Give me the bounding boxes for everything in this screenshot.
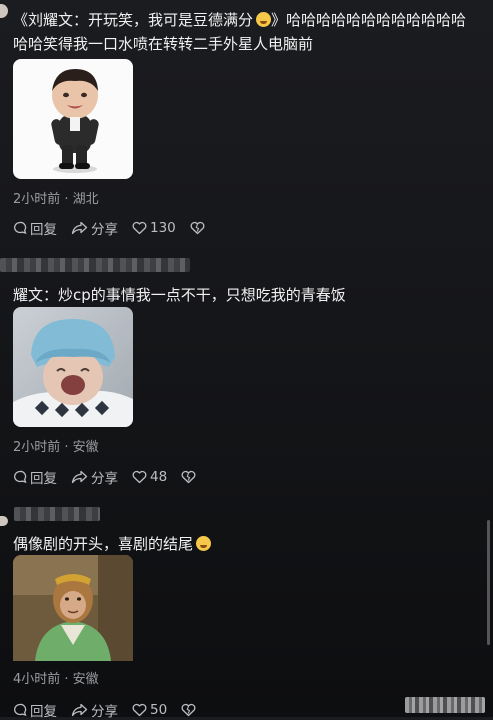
like-count: 50 xyxy=(150,702,168,718)
scrollbar[interactable] xyxy=(487,520,490,645)
smiling-emoji-icon xyxy=(196,536,212,551)
comment-image[interactable] xyxy=(13,555,133,675)
comment-text: 偶像剧的开头，喜剧的结尾 xyxy=(13,532,479,556)
share-button[interactable]: 分享 xyxy=(71,700,118,720)
share-button[interactable]: 分享 xyxy=(71,467,118,487)
reply-button[interactable]: 回复 xyxy=(13,218,57,238)
share-button[interactable]: 分享 xyxy=(71,218,118,238)
reply-icon xyxy=(14,221,27,234)
dislike-button[interactable] xyxy=(181,470,196,484)
share-icon xyxy=(71,703,88,717)
comment-actions: 回复 分享 130 xyxy=(13,218,219,238)
like-count: 130 xyxy=(150,220,176,236)
comment-text: 《刘耀文：开玩笑，我可是豆德满分 》哈哈哈哈哈哈哈哈哈哈哈哈哈哈笑得我一口水喷在转… xyxy=(13,11,467,53)
share-icon xyxy=(71,221,88,235)
reply-icon xyxy=(14,470,27,483)
username-blurred[interactable] xyxy=(0,258,190,272)
broken-heart-icon xyxy=(181,470,196,484)
broken-heart-icon xyxy=(190,221,205,235)
smiling-thinking-emoji-icon xyxy=(256,12,272,27)
heart-icon xyxy=(132,221,147,235)
dislike-button[interactable] xyxy=(181,703,196,717)
like-button[interactable]: 50 xyxy=(132,702,167,718)
broken-heart-icon xyxy=(181,703,196,717)
dislike-button[interactable] xyxy=(190,221,205,235)
comment-actions: 回复 分享 50 xyxy=(13,700,210,720)
comment-actions: 回复 分享 48 xyxy=(13,467,210,487)
heart-icon xyxy=(132,470,147,484)
time-location: 2小时前 · 湖北 xyxy=(13,192,99,207)
watermark xyxy=(405,697,485,713)
like-button[interactable]: 130 xyxy=(132,220,176,236)
reply-icon xyxy=(14,703,27,716)
time-location: 4小时前 · 安徽 xyxy=(13,672,99,687)
time-location: 2小时前 · 安徽 xyxy=(13,440,99,455)
avatar[interactable] xyxy=(0,516,8,526)
reply-button[interactable]: 回复 xyxy=(13,467,57,487)
reply-button[interactable]: 回复 xyxy=(13,700,57,720)
like-count: 48 xyxy=(150,469,168,485)
comment-text: 耀文：炒cp的事情我一点不干，只想吃我的青春饭 xyxy=(13,286,346,304)
username-blurred[interactable] xyxy=(14,507,100,521)
comment-image[interactable] xyxy=(13,307,133,427)
share-icon xyxy=(71,470,88,484)
avatar[interactable] xyxy=(0,4,8,18)
like-button[interactable]: 48 xyxy=(132,469,167,485)
comment-image[interactable] xyxy=(13,59,133,179)
heart-icon xyxy=(132,703,147,717)
